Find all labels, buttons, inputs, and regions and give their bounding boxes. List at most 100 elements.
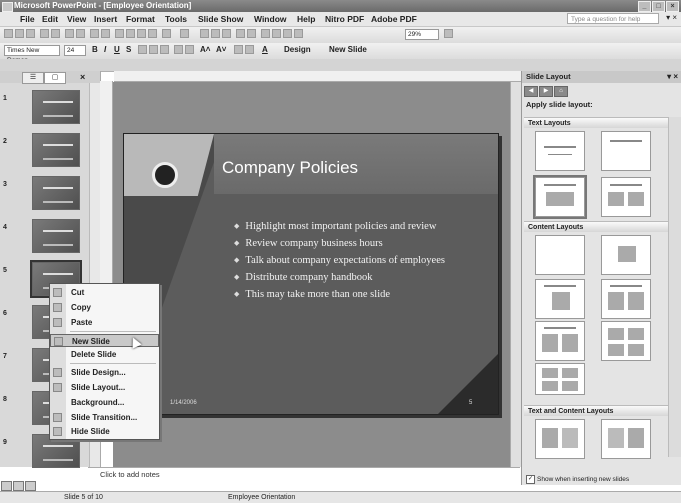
zoom-select[interactable]: 29% bbox=[405, 29, 439, 40]
app-icon[interactable] bbox=[2, 2, 13, 12]
new-slide-button[interactable]: New Slide bbox=[329, 45, 367, 54]
menu-item-slide-design[interactable]: Slide Design... bbox=[50, 366, 159, 379]
layout-content[interactable] bbox=[601, 235, 651, 275]
save-icon[interactable] bbox=[26, 29, 35, 38]
shadow-button[interactable]: S bbox=[126, 45, 131, 54]
menu-file[interactable]: File bbox=[20, 14, 35, 24]
normal-view-button[interactable] bbox=[1, 481, 12, 491]
redo-icon[interactable] bbox=[180, 29, 189, 38]
menu-format[interactable]: Format bbox=[126, 14, 155, 24]
menu-item-paste[interactable]: Paste bbox=[50, 316, 159, 329]
slide-thumbnail-1[interactable] bbox=[32, 90, 80, 124]
slide-bullet-list[interactable]: Highlight most important policies and re… bbox=[234, 218, 445, 303]
menu-item-new-slide[interactable]: New Slide bbox=[50, 334, 159, 347]
menu-item-slide-transition[interactable]: Slide Transition... bbox=[50, 411, 159, 424]
print-icon[interactable] bbox=[65, 29, 74, 38]
menu-help[interactable]: Help bbox=[297, 14, 315, 24]
menu-adobe-pdf[interactable]: Adobe PDF bbox=[371, 14, 417, 24]
close-document-icon[interactable]: ▾ × bbox=[666, 13, 677, 22]
close-button[interactable]: × bbox=[666, 1, 679, 12]
underline-button[interactable]: U bbox=[114, 45, 120, 54]
menu-insert[interactable]: Insert bbox=[94, 14, 117, 24]
center-icon[interactable] bbox=[149, 45, 158, 54]
forward-icon[interactable]: ▶ bbox=[539, 86, 553, 97]
insert-hyperlink-icon[interactable] bbox=[247, 29, 256, 38]
copy-icon[interactable] bbox=[126, 29, 135, 38]
cut-icon[interactable] bbox=[115, 29, 124, 38]
insert-table-icon[interactable] bbox=[211, 29, 220, 38]
print-preview-icon[interactable] bbox=[76, 29, 85, 38]
email-icon[interactable] bbox=[51, 29, 60, 38]
tables-borders-icon[interactable] bbox=[222, 29, 231, 38]
minimize-button[interactable]: _ bbox=[638, 1, 651, 12]
show-formatting-icon[interactable] bbox=[272, 29, 281, 38]
menu-window[interactable]: Window bbox=[254, 14, 287, 24]
slide-thumbnail-2[interactable] bbox=[32, 133, 80, 167]
layout-title-four-content[interactable] bbox=[601, 321, 651, 361]
notes-pane[interactable]: Click to add notes bbox=[88, 467, 520, 481]
insert-chart-icon[interactable] bbox=[200, 29, 209, 38]
help-search-input[interactable]: Type a question for help bbox=[567, 13, 659, 24]
color-grayscale-icon[interactable] bbox=[294, 29, 303, 38]
font-name-select[interactable]: Times New Roman bbox=[4, 45, 60, 64]
slide-thumbnail-3[interactable] bbox=[32, 176, 80, 210]
research-icon[interactable] bbox=[101, 29, 110, 38]
menu-item-copy[interactable]: Copy bbox=[50, 301, 159, 314]
numbering-icon[interactable] bbox=[174, 45, 183, 54]
help-icon[interactable] bbox=[444, 29, 453, 38]
layout-blank[interactable] bbox=[535, 235, 585, 275]
decrease-indent-icon[interactable] bbox=[234, 45, 243, 54]
restore-button[interactable]: □ bbox=[652, 1, 665, 12]
current-slide[interactable]: Company Policies Highlight most importan… bbox=[123, 133, 499, 415]
menu-item-cut[interactable]: Cut bbox=[50, 286, 159, 299]
back-icon[interactable]: ◀ bbox=[524, 86, 538, 97]
bold-button[interactable]: B bbox=[92, 45, 98, 54]
menu-tools[interactable]: Tools bbox=[165, 14, 187, 24]
slide-thumbnail-4[interactable] bbox=[32, 219, 80, 253]
show-when-inserting-checkbox[interactable]: ✓ Show when inserting new slides bbox=[526, 475, 629, 484]
font-color-icon[interactable]: A bbox=[262, 45, 268, 54]
increase-font-icon[interactable]: A˄ bbox=[200, 45, 210, 54]
layout-four-content[interactable] bbox=[535, 363, 585, 395]
layout-title-text-content[interactable] bbox=[535, 419, 585, 459]
home-icon[interactable]: ⌂ bbox=[554, 86, 568, 97]
undo-icon[interactable] bbox=[162, 29, 171, 38]
outline-tab[interactable]: ☰ bbox=[22, 72, 44, 84]
slide-show-button[interactable] bbox=[25, 481, 36, 491]
layout-two-column-text[interactable] bbox=[601, 177, 651, 217]
italic-button[interactable]: I bbox=[104, 45, 106, 54]
open-icon[interactable] bbox=[15, 29, 24, 38]
grid-icon[interactable] bbox=[283, 29, 292, 38]
close-pane-icon[interactable]: × bbox=[80, 72, 85, 82]
layout-title-text[interactable] bbox=[533, 175, 587, 219]
menu-item-hide-slide[interactable]: Hide Slide bbox=[50, 425, 159, 438]
font-size-select[interactable]: 24 bbox=[64, 45, 86, 56]
design-button[interactable]: Design bbox=[284, 45, 311, 54]
slide-sorter-view-button[interactable] bbox=[13, 481, 24, 491]
layout-title-slide[interactable] bbox=[535, 131, 585, 171]
menu-nitro-pdf[interactable]: Nitro PDF bbox=[325, 14, 364, 24]
menu-view[interactable]: View bbox=[67, 14, 86, 24]
layout-title-only[interactable] bbox=[601, 131, 651, 171]
menu-item-background[interactable]: Background... bbox=[50, 396, 159, 409]
spelling-icon[interactable] bbox=[90, 29, 99, 38]
menu-item-slide-layout[interactable]: Slide Layout... bbox=[50, 381, 159, 394]
decrease-font-icon[interactable]: A˅ bbox=[216, 45, 226, 54]
slide-title[interactable]: Company Policies bbox=[222, 158, 358, 178]
checkbox-icon[interactable]: ✓ bbox=[526, 475, 535, 484]
bullets-icon[interactable] bbox=[185, 45, 194, 54]
layout-title-content-text[interactable] bbox=[601, 419, 651, 459]
insert-picture-icon[interactable] bbox=[236, 29, 245, 38]
task-pane-scrollbar[interactable] bbox=[668, 117, 681, 457]
format-painter-icon[interactable] bbox=[148, 29, 157, 38]
align-right-icon[interactable] bbox=[160, 45, 169, 54]
new-icon[interactable] bbox=[4, 29, 13, 38]
layout-title-content[interactable] bbox=[535, 279, 585, 319]
layout-title-content-over-content[interactable] bbox=[535, 321, 585, 361]
permission-icon[interactable] bbox=[40, 29, 49, 38]
slides-tab[interactable]: ▢ bbox=[44, 72, 66, 84]
layout-title-two-content[interactable] bbox=[601, 279, 651, 319]
editing-area-scrollbar[interactable] bbox=[510, 82, 521, 467]
menu-slide-show[interactable]: Slide Show bbox=[198, 14, 243, 24]
increase-indent-icon[interactable] bbox=[245, 45, 254, 54]
